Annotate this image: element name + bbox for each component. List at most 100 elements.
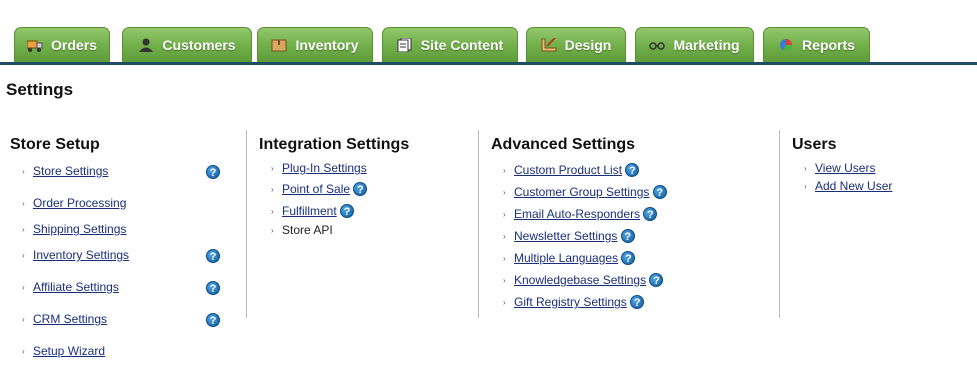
list-item: › Newsletter Settings ? (503, 229, 635, 243)
arrow-icon: › (804, 182, 807, 192)
arrow-icon: › (503, 188, 506, 198)
list-item: › Point of Sale ? (271, 182, 368, 196)
tab-marketing[interactable]: Marketing (635, 27, 754, 62)
arrow-icon: › (22, 199, 25, 209)
arrow-icon: › (503, 166, 506, 176)
link-plug-in-settings[interactable]: Plug-In Settings (282, 161, 367, 175)
link-newsletter-settings[interactable]: Newsletter Settings (514, 229, 617, 243)
truck-icon (26, 38, 43, 52)
tab-customers[interactable]: Customers (122, 27, 252, 62)
list-item: › Store API (271, 223, 333, 237)
list-item: › Custom Product List ? (503, 163, 640, 177)
list-item: › Customer Group Settings ? (503, 185, 667, 199)
help-icon[interactable]: ? (620, 229, 635, 243)
arrow-icon: › (503, 298, 506, 308)
arrow-icon: › (22, 347, 25, 357)
arrow-icon: › (503, 254, 506, 264)
help-icon[interactable]: ? (630, 295, 645, 309)
help-icon[interactable]: ? (206, 313, 220, 327)
list-item: › Knowledgebase Settings ? (503, 273, 664, 287)
link-add-new-user[interactable]: Add New User (815, 179, 892, 193)
list-item: › Plug-In Settings (271, 161, 367, 175)
arrow-icon: › (22, 225, 25, 235)
help-icon[interactable]: ? (206, 281, 220, 295)
help-icon[interactable]: ? (206, 165, 220, 179)
tab-label: Reports (802, 37, 855, 53)
help-icon[interactable]: ? (643, 207, 658, 221)
store-api-label: Store API (282, 223, 333, 237)
arrow-icon: › (503, 276, 506, 286)
column-divider (779, 130, 780, 318)
tab-inventory[interactable]: Inventory (257, 27, 373, 62)
arrow-icon: › (503, 210, 506, 220)
section-title: Integration Settings (259, 136, 410, 153)
help-icon[interactable]: ? (652, 185, 667, 199)
list-item: › Store Settings (22, 164, 108, 178)
list-item: › Add New User (804, 179, 892, 193)
section-title: Advanced Settings (491, 136, 636, 153)
link-multiple-languages[interactable]: Multiple Languages (514, 251, 618, 265)
link-setup-wizard[interactable]: Setup Wizard (33, 344, 105, 358)
list-item: › CRM Settings (22, 312, 107, 326)
link-order-processing[interactable]: Order Processing (33, 196, 126, 210)
tab-site-content[interactable]: Site Content (382, 27, 518, 62)
column-divider (246, 130, 247, 318)
tab-label: Site Content (420, 37, 504, 53)
arrow-icon: › (804, 164, 807, 174)
link-custom-product-list[interactable]: Custom Product List (514, 163, 622, 177)
tab-design[interactable]: Design (526, 27, 626, 62)
link-fulfillment[interactable]: Fulfillment (282, 204, 337, 218)
store-setup-section: Store Setup (10, 136, 100, 154)
list-item: › Fulfillment ? (271, 204, 355, 218)
link-knowledgebase-settings[interactable]: Knowledgebase Settings (514, 273, 646, 287)
help-icon[interactable]: ? (340, 204, 355, 218)
tab-label: Design (564, 37, 612, 53)
list-item: › Shipping Settings (22, 222, 126, 236)
arrow-icon: › (503, 232, 506, 242)
list-item: › Setup Wizard (22, 344, 105, 358)
arrow-icon: › (271, 207, 274, 217)
arrow-icon: › (22, 315, 25, 325)
link-customer-group-settings[interactable]: Customer Group Settings (514, 185, 649, 199)
tab-label: Customers (162, 37, 236, 53)
arrow-icon: › (271, 164, 274, 174)
help-icon[interactable]: ? (353, 182, 368, 196)
tab-reports[interactable]: Reports (763, 27, 870, 62)
users-section: Users (792, 136, 836, 154)
pie-chart-icon (778, 38, 794, 52)
section-title: Store Setup (10, 136, 100, 153)
link-view-users[interactable]: View Users (815, 161, 875, 175)
column-divider (478, 130, 479, 318)
list-item: › Order Processing (22, 196, 126, 210)
link-point-of-sale[interactable]: Point of Sale (282, 182, 350, 196)
help-icon[interactable]: ? (621, 251, 636, 265)
section-title: Users (792, 136, 837, 153)
person-icon (138, 38, 154, 52)
link-store-settings[interactable]: Store Settings (33, 164, 108, 178)
box-icon (271, 38, 287, 52)
tab-underline (0, 62, 977, 65)
tab-label: Inventory (295, 37, 359, 53)
arrow-icon: › (22, 283, 25, 293)
list-item: › Affiliate Settings (22, 280, 119, 294)
arrow-icon: › (271, 226, 274, 236)
help-icon[interactable]: ? (206, 249, 220, 263)
top-nav-tabs: Orders Customers Inventory Site Content … (0, 0, 977, 65)
link-shipping-settings[interactable]: Shipping Settings (33, 222, 126, 236)
link-crm-settings[interactable]: CRM Settings (33, 312, 107, 326)
help-icon[interactable]: ? (649, 273, 664, 287)
list-item: › Multiple Languages ? (503, 251, 636, 265)
page-title: Settings (6, 80, 74, 99)
tab-orders[interactable]: Orders (14, 27, 110, 62)
pages-icon (397, 37, 413, 53)
advanced-settings-section: Advanced Settings (491, 136, 635, 154)
integration-settings-section: Integration Settings (259, 136, 409, 154)
arrow-icon: › (22, 251, 25, 261)
link-gift-registry-settings[interactable]: Gift Registry Settings (514, 295, 627, 309)
link-affiliate-settings[interactable]: Affiliate Settings (33, 280, 119, 294)
link-email-auto-responders[interactable]: Email Auto-Responders (514, 207, 640, 221)
help-icon[interactable]: ? (625, 163, 640, 177)
list-item: › Gift Registry Settings ? (503, 295, 645, 309)
tab-label: Orders (51, 37, 97, 53)
link-inventory-settings[interactable]: Inventory Settings (33, 248, 129, 262)
